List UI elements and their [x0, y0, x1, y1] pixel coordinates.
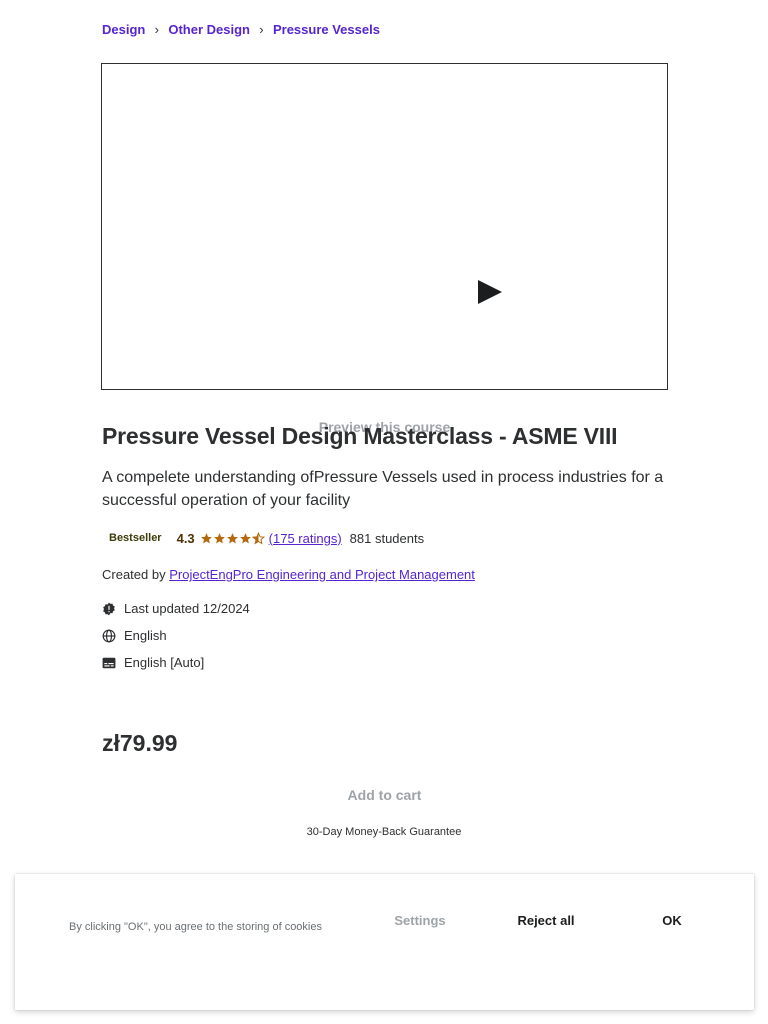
last-updated-text: Last updated 12/2024	[124, 601, 250, 616]
created-by: Created by ProjectEngPro Engineering and…	[102, 567, 475, 582]
students-count: 881 students	[349, 530, 425, 546]
instructor-link[interactable]: ProjectEngPro Engineering and Project Ma…	[169, 567, 475, 582]
play-icon[interactable]	[477, 279, 503, 305]
breadcrumb-chevron-icon: ›	[259, 22, 264, 37]
star-full-icon	[239, 532, 251, 543]
language-text: English	[124, 628, 167, 643]
star-half-icon	[251, 531, 265, 545]
course-title: Pressure Vessel Design Masterclass - ASM…	[102, 423, 618, 449]
cookie-consent-text: By clicking "OK", you agree to the stori…	[69, 921, 322, 933]
breadcrumb-pressure-vessels[interactable]: Pressure Vessels	[273, 22, 380, 37]
add-to-cart-button[interactable]: Add to cart	[102, 780, 667, 810]
breadcrumb: Design › Other Design › Pressure Vessels	[102, 22, 380, 37]
captions: English [Auto]	[102, 655, 204, 670]
rating-row: Bestseller 4.3 (175 ratings) 881 student…	[102, 528, 424, 548]
breadcrumb-design[interactable]: Design	[102, 22, 145, 37]
ratings-link[interactable]: (175 ratings)	[269, 531, 342, 546]
star-full-icon	[200, 532, 212, 543]
course-preview[interactable]: Preview this course	[101, 63, 668, 435]
globe-icon	[102, 629, 116, 642]
created-by-label: Created by	[102, 567, 166, 582]
bestseller-badge: Bestseller	[102, 530, 170, 546]
captions-text: English [Auto]	[124, 655, 205, 670]
cookie-reject-all-button[interactable]: Reject all	[510, 910, 582, 930]
cookie-banner: By clicking "OK", you agree to the stori…	[15, 874, 754, 1010]
breadcrumb-chevron-icon: ›	[154, 22, 160, 37]
rating-number: 4.3	[176, 530, 195, 546]
course-subtitle: A compelete understanding ofPressure Ves…	[102, 469, 664, 509]
breadcrumb-other-design[interactable]: Other Design	[168, 22, 250, 37]
cookie-ok-button[interactable]: OK	[655, 910, 689, 930]
alert-badge-icon	[103, 602, 115, 615]
closed-captions-icon	[102, 657, 116, 668]
course-page: Design › Other Design › Pressure Vessels…	[0, 0, 768, 1024]
language: English	[102, 628, 167, 643]
course-price: zł79.99	[102, 730, 178, 756]
money-back-guarantee: 30-Day Money-Back Guarantee	[306, 826, 462, 838]
star-full-icon	[226, 532, 238, 543]
star-rating	[200, 531, 265, 545]
star-full-icon	[213, 532, 225, 543]
last-updated: Last updated 12/2024	[102, 601, 250, 616]
cookie-settings-button[interactable]: Settings	[383, 910, 457, 930]
